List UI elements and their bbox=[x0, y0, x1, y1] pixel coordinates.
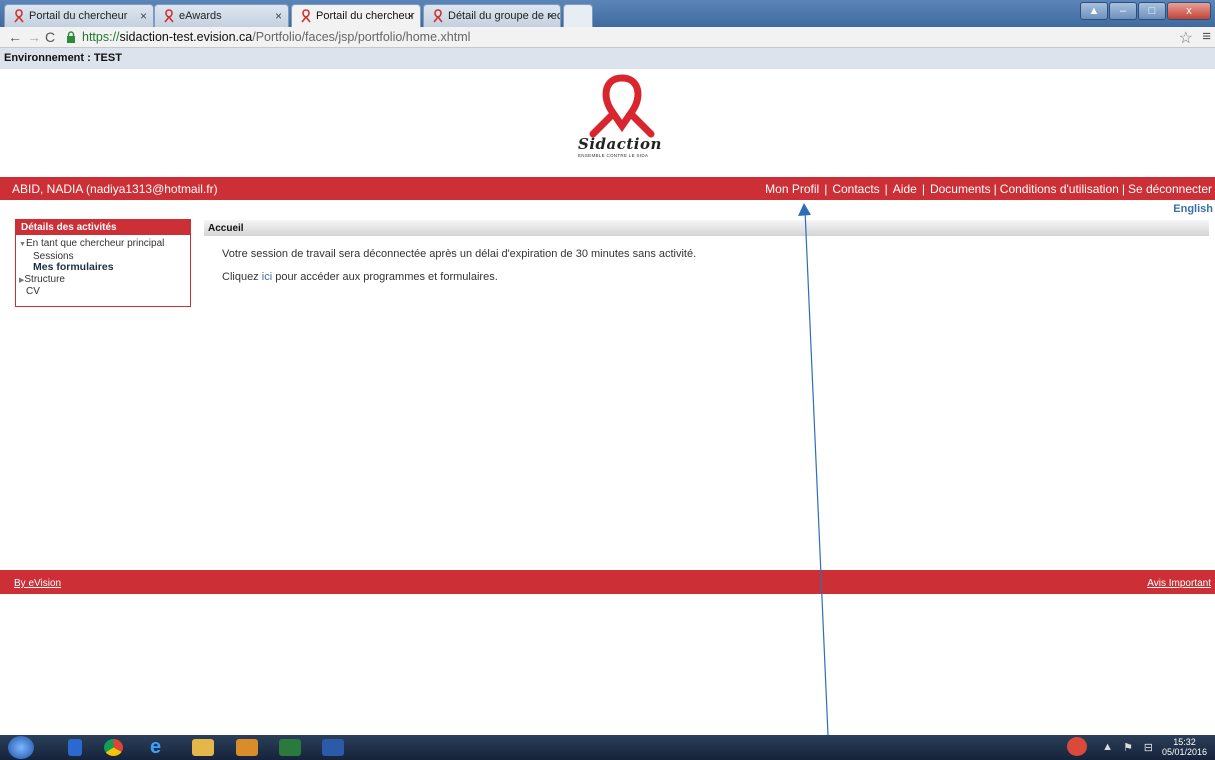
lock-icon bbox=[67, 31, 75, 43]
activity-details-panel: Détails des activités ▼En tant que cherc… bbox=[15, 219, 191, 307]
logo-wordmark: Sidaction bbox=[578, 135, 662, 153]
language-switch-link[interactable]: English bbox=[1173, 203, 1213, 215]
flag-icon[interactable]: ⚑ bbox=[1123, 741, 1133, 754]
tree-item-mes-formulaires[interactable]: Mes formulaires bbox=[16, 261, 190, 274]
ici-link[interactable]: ici bbox=[262, 271, 272, 283]
expanded-triangle-icon: ▼ bbox=[19, 241, 26, 248]
tray-app-icon[interactable] bbox=[1067, 737, 1087, 756]
tab-label: Portail du chercheur bbox=[29, 10, 128, 22]
url-scheme: https:// bbox=[82, 30, 120, 44]
windows-taskbar: e ▲ ⚑ ⊟ 15:32 05/01/2016 bbox=[0, 735, 1215, 760]
start-button[interactable] bbox=[8, 736, 34, 759]
browser-tab-active[interactable]: Portail du chercheur × bbox=[291, 4, 421, 27]
taskbar-media-player[interactable] bbox=[62, 737, 92, 758]
tab-label: Détail du groupe de reche bbox=[448, 10, 560, 22]
browser-tab[interactable]: Portail du chercheur × bbox=[4, 4, 154, 27]
taskbar-excel[interactable] bbox=[275, 737, 305, 758]
url-host: sidaction-test.evision.ca bbox=[119, 30, 253, 44]
close-tab-icon[interactable]: × bbox=[275, 9, 282, 23]
clock[interactable]: 15:32 05/01/2016 bbox=[1162, 737, 1207, 757]
maximize-button[interactable]: □ bbox=[1138, 2, 1166, 20]
browser-tab[interactable]: Détail du groupe de reche × bbox=[423, 4, 561, 27]
address-bar: ← → C https://sidaction-test.evision.ca/… bbox=[0, 27, 1215, 48]
header-links: Mon Profil | Contacts | Aide | Documents | Condi… bbox=[765, 182, 1212, 196]
clock-time: 15:32 bbox=[1173, 737, 1196, 747]
taskbar-outlook[interactable] bbox=[232, 737, 262, 758]
link-aide[interactable]: Aide bbox=[893, 182, 917, 196]
session-timeout-message: Votre session de travail sera déconnecté… bbox=[222, 248, 697, 260]
new-tab-button[interactable] bbox=[563, 4, 593, 27]
back-arrow-icon[interactable]: ← bbox=[8, 29, 22, 45]
url-field[interactable]: https://sidaction-test.evision.ca/Portfo… bbox=[82, 30, 470, 44]
footer-bar: By eVision Avis Important bbox=[0, 570, 1215, 594]
logo-tagline: ENSEMBLE CONTRE LE SIDA bbox=[578, 153, 649, 158]
browser-tab-strip: Portail du chercheur × eAwards × Portail… bbox=[0, 0, 1215, 27]
environment-banner: Environnement : TEST bbox=[0, 48, 1215, 69]
link-se-deconnecter[interactable]: Se déconnecter bbox=[1128, 182, 1212, 196]
taskbar-chrome[interactable] bbox=[100, 737, 130, 758]
close-tab-icon[interactable]: × bbox=[407, 9, 414, 23]
link-contacts[interactable]: Contacts bbox=[832, 182, 879, 196]
programs-message: Cliquez ici pour accéder aux programmes … bbox=[222, 271, 498, 283]
by-evision-link[interactable]: By eVision bbox=[14, 578, 61, 589]
clock-date: 05/01/2016 bbox=[1161, 747, 1207, 757]
page-title: Accueil bbox=[204, 220, 1209, 236]
taskbar-word[interactable] bbox=[318, 737, 348, 758]
minimize-button[interactable]: – bbox=[1109, 2, 1137, 20]
browser-tab[interactable]: eAwards × bbox=[154, 4, 289, 27]
user-identity: ABID, NADIA (nadiya1313@hotmail.fr) bbox=[12, 182, 218, 196]
close-window-button[interactable]: x bbox=[1167, 2, 1211, 20]
close-tab-icon[interactable]: × bbox=[140, 9, 147, 23]
link-documents[interactable]: Documents bbox=[930, 182, 991, 196]
tree-item-cv[interactable]: CV bbox=[16, 286, 190, 298]
tab-label: eAwards bbox=[179, 10, 222, 22]
link-mon-profil[interactable]: Mon Profil bbox=[765, 182, 819, 196]
window-controls: ▲ – □ x bbox=[1080, 2, 1211, 20]
taskbar-file-explorer[interactable] bbox=[188, 737, 218, 758]
avis-important-link[interactable]: Avis Important bbox=[1147, 578, 1211, 589]
show-hidden-icons-icon[interactable]: ▲ bbox=[1102, 741, 1113, 753]
tree-group-label: En tant que chercheur principal bbox=[25, 238, 165, 249]
sidaction-ribbon-icon bbox=[164, 9, 174, 23]
message-suffix: pour accéder aux programmes et formulair… bbox=[275, 271, 498, 283]
message-prefix: Cliquez bbox=[222, 271, 259, 283]
sidaction-ribbon-icon bbox=[14, 9, 24, 23]
tree-group-principal[interactable]: ▼En tant que chercheur principal bbox=[16, 238, 190, 251]
tree-structure-label: Structure bbox=[24, 273, 65, 285]
menu-icon[interactable]: ≡ bbox=[1202, 28, 1211, 45]
reload-icon[interactable]: C bbox=[45, 29, 55, 45]
tab-label: Portail du chercheur bbox=[316, 10, 415, 22]
network-icon[interactable]: ⊟ bbox=[1144, 741, 1153, 754]
url-path: /Portfolio/faces/jsp/portfolio/home.xhtm… bbox=[252, 30, 471, 44]
link-conditions[interactable]: Conditions d'utilisation bbox=[1000, 182, 1119, 196]
forward-arrow-icon[interactable]: → bbox=[27, 29, 41, 45]
bookmark-star-icon[interactable]: ☆ bbox=[1179, 28, 1193, 48]
sidaction-ribbon-icon bbox=[301, 9, 311, 23]
taskbar-internet-explorer[interactable]: e bbox=[146, 737, 176, 758]
user-header-bar: ABID, NADIA (nadiya1313@hotmail.fr) Mon … bbox=[0, 177, 1215, 200]
sidaction-ribbon-icon bbox=[433, 9, 443, 23]
tree-group-structure[interactable]: ▶Structure bbox=[16, 274, 190, 287]
panel-title: Détails des activités bbox=[16, 220, 190, 235]
window-switch-button[interactable]: ▲ bbox=[1080, 2, 1108, 20]
close-tab-icon[interactable]: × bbox=[547, 9, 554, 23]
